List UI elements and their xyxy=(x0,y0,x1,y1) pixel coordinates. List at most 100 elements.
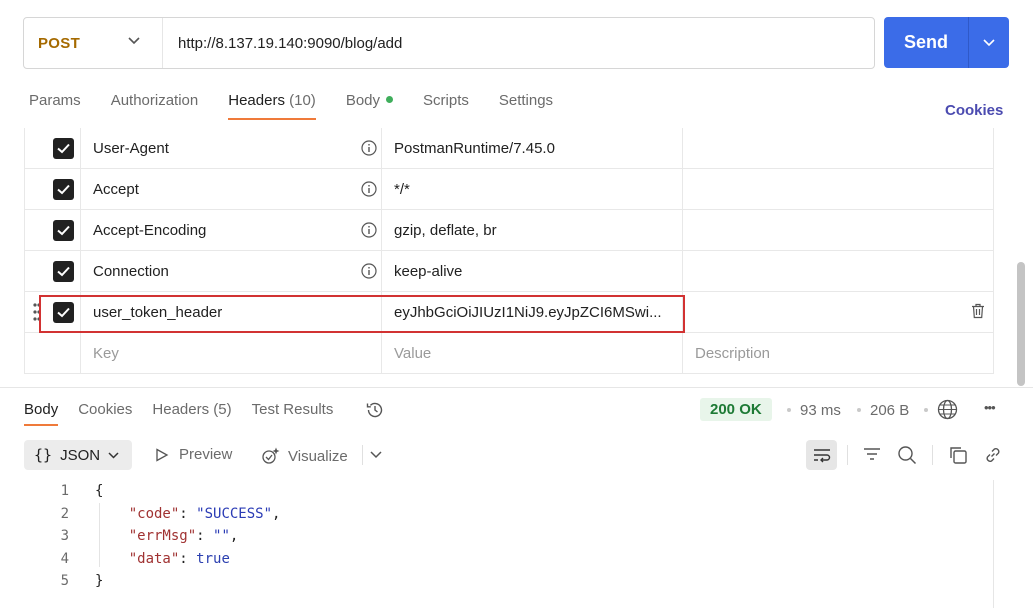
header-description[interactable] xyxy=(683,251,993,291)
tab-headers[interactable]: Headers (10) xyxy=(228,90,316,120)
line-number: 1 xyxy=(60,483,69,499)
globe-icon[interactable] xyxy=(937,399,958,420)
header-enabled-checkbox[interactable] xyxy=(53,178,74,200)
json-value: "SUCCESS" xyxy=(196,506,273,522)
search-icon[interactable] xyxy=(897,445,917,465)
meta-separator xyxy=(924,408,928,412)
tab-label: Authorization xyxy=(110,92,199,109)
status-badge[interactable]: 200 OK xyxy=(700,398,772,421)
wrap-icon xyxy=(813,449,830,463)
header-value[interactable]: */* xyxy=(394,181,410,198)
chevron-down-icon[interactable] xyxy=(370,451,382,459)
header-value[interactable]: eyJhbGciOiJIUzI1NiJ9.eyJpZCI6MSwi... xyxy=(394,304,662,321)
visualize-label: Visualize xyxy=(288,447,348,465)
visualize-icon xyxy=(262,447,280,464)
more-options-button[interactable]: ••• xyxy=(984,400,996,415)
table-row: Connection keep-alive xyxy=(25,251,993,292)
scrollbar[interactable] xyxy=(1017,262,1025,386)
tab-response-headers[interactable]: Headers (5) xyxy=(152,400,231,426)
header-key[interactable]: Accept xyxy=(93,181,139,198)
tab-response-cookies[interactable]: Cookies xyxy=(78,400,132,426)
table-row-new: Key Value Description xyxy=(25,333,993,374)
header-description[interactable] xyxy=(683,292,993,332)
headers-table: User-Agent PostmanRuntime/7.45.0 Accept … xyxy=(24,128,994,374)
info-icon[interactable] xyxy=(361,222,377,238)
filter-icon[interactable] xyxy=(862,445,882,465)
meta-separator xyxy=(857,408,861,412)
drag-handle-icon[interactable] xyxy=(33,302,41,322)
json-brace: } xyxy=(95,573,104,589)
tab-settings[interactable]: Settings xyxy=(499,90,553,120)
tab-label: Body xyxy=(345,92,381,109)
tab-authorization[interactable]: Authorization xyxy=(111,90,199,120)
format-select[interactable]: {} JSON xyxy=(24,440,132,470)
description-placeholder[interactable]: Description xyxy=(695,345,770,362)
pane-divider[interactable] xyxy=(0,387,1033,388)
line-number: 3 xyxy=(60,528,69,544)
tab-test-results[interactable]: Test Results xyxy=(252,400,334,426)
format-label: JSON xyxy=(60,446,101,464)
tab-body[interactable]: Body xyxy=(345,90,394,120)
copy-icon[interactable] xyxy=(948,445,968,465)
header-value[interactable]: gzip, deflate, br xyxy=(394,222,497,239)
response-time[interactable]: 93 ms xyxy=(800,402,841,419)
header-key[interactable]: Connection xyxy=(93,263,169,280)
tab-response-body[interactable]: Body xyxy=(24,400,59,426)
tab-label: Headers xyxy=(152,401,210,418)
preview-button[interactable]: Preview xyxy=(155,446,232,463)
key-placeholder[interactable]: Key xyxy=(93,345,119,362)
tab-scripts[interactable]: Scripts xyxy=(423,90,469,120)
meta-separator xyxy=(787,408,791,412)
cookies-link[interactable]: Cookies xyxy=(945,102,1003,119)
send-options-button[interactable] xyxy=(969,38,1009,47)
wrap-lines-button[interactable] xyxy=(806,440,837,470)
check-icon xyxy=(57,143,70,153)
line-number: 5 xyxy=(60,573,69,589)
header-value[interactable]: PostmanRuntime/7.45.0 xyxy=(394,140,555,157)
toolbar-divider xyxy=(932,445,933,465)
header-key[interactable]: user_token_header xyxy=(93,304,222,321)
tab-label: Body xyxy=(24,401,59,418)
response-size[interactable]: 206 B xyxy=(870,402,909,419)
history-icon[interactable] xyxy=(365,400,385,420)
indent-guide xyxy=(99,503,100,567)
json-key: "code" xyxy=(128,506,180,522)
info-icon[interactable] xyxy=(361,181,377,197)
info-icon[interactable] xyxy=(361,263,377,279)
json-braces-icon: {} xyxy=(34,446,53,464)
table-row: Accept */* xyxy=(25,169,993,210)
check-icon xyxy=(57,225,70,235)
method-label: POST xyxy=(38,34,81,52)
visualize-button[interactable]: Visualize xyxy=(262,446,348,466)
header-enabled-checkbox[interactable] xyxy=(53,301,74,323)
tab-label: Params xyxy=(29,92,81,109)
method-select[interactable]: POST xyxy=(24,18,163,68)
request-url-bar: POST http://8.137.19.140:9090/blog/add xyxy=(23,17,875,69)
header-enabled-checkbox[interactable] xyxy=(53,260,74,282)
tab-params[interactable]: Params xyxy=(29,90,81,120)
url-input[interactable]: http://8.137.19.140:9090/blog/add xyxy=(163,35,402,52)
header-description[interactable] xyxy=(683,169,993,209)
header-key[interactable]: Accept-Encoding xyxy=(93,222,206,239)
value-placeholder[interactable]: Value xyxy=(394,345,431,362)
request-tabs: Params Authorization Headers (10) Body S… xyxy=(29,90,583,122)
info-icon[interactable] xyxy=(361,140,377,156)
header-enabled-checkbox[interactable] xyxy=(53,219,74,241)
tab-label: Cookies xyxy=(78,401,133,418)
send-button[interactable]: Send xyxy=(884,17,1009,68)
header-key[interactable]: User-Agent xyxy=(93,140,169,157)
header-enabled-checkbox[interactable] xyxy=(53,137,74,159)
json-brace: { xyxy=(95,483,104,499)
headers-count: (10) xyxy=(289,92,316,109)
header-description[interactable] xyxy=(683,210,993,250)
header-value[interactable]: keep-alive xyxy=(394,263,462,280)
table-row: User-Agent PostmanRuntime/7.45.0 xyxy=(25,128,993,169)
editor-border xyxy=(993,480,994,608)
code-line: } xyxy=(95,573,103,589)
tab-label: Scripts xyxy=(423,92,469,109)
table-row: Accept-Encoding gzip, deflate, br xyxy=(25,210,993,251)
header-description[interactable] xyxy=(683,128,993,168)
trash-icon[interactable] xyxy=(971,303,985,319)
link-icon[interactable] xyxy=(983,445,1003,465)
tab-label: Settings xyxy=(498,92,554,109)
